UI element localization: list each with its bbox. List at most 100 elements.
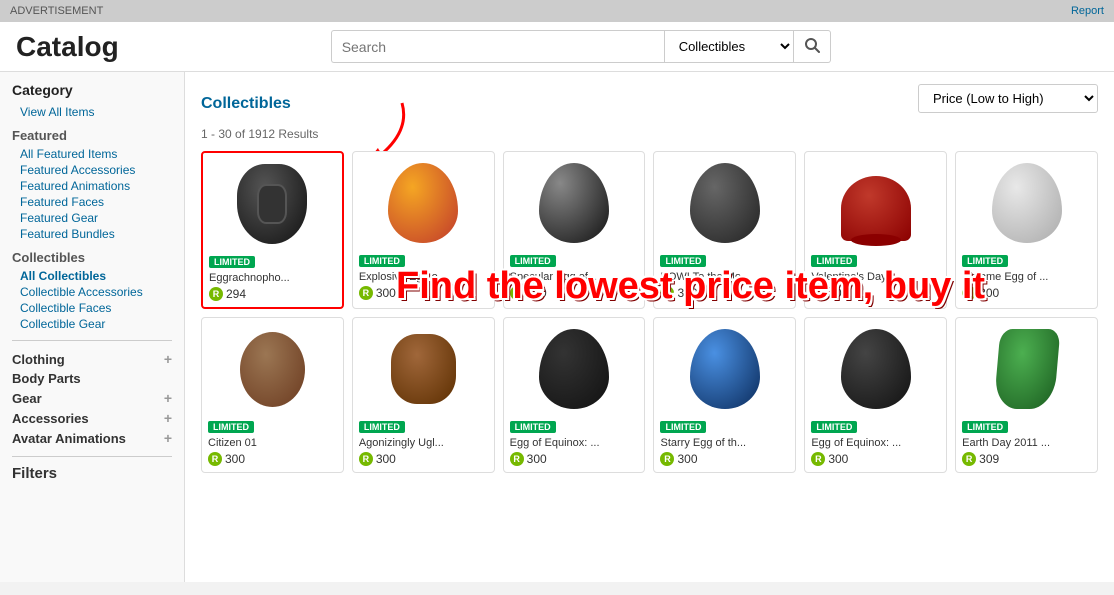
item-card-agonizingly[interactable]: LIMITED Agonizingly Ugl... R 300 [352, 317, 495, 473]
item-price-explosive: R 300 [359, 286, 488, 300]
clothing-row[interactable]: Clothing + [12, 349, 172, 369]
view-all-items-link[interactable]: View All Items [12, 104, 172, 120]
robux-icon-11: R [811, 452, 825, 466]
filters-heading: Filters [12, 465, 172, 482]
item-price-chrome: R 300 [962, 286, 1091, 300]
item-price-eggrachn: R 294 [209, 287, 336, 301]
results-info: 1 - 30 of 1912 Results [201, 127, 1098, 141]
item-price-citizen: R 300 [208, 452, 337, 466]
item-image-equinox2 [811, 324, 940, 414]
robux-icon-6: R [962, 286, 976, 300]
accessories-label: Accessories [12, 411, 89, 426]
item-name-pow: POW! To the Mo... [660, 271, 789, 283]
robux-icon-5: R [811, 286, 825, 300]
catalog-title: Catalog [16, 31, 119, 63]
sidebar-item-all-featured[interactable]: All Featured Items [12, 146, 172, 162]
avatar-animations-expand-icon: + [164, 430, 172, 446]
limited-badge-agonizingly: LIMITED [359, 421, 405, 433]
item-card-explosive[interactable]: LIMITED Explosive Egg o... R 300 [352, 151, 495, 309]
item-card-pow[interactable]: LIMITED POW! To the Mo... R 300 [653, 151, 796, 309]
item-card-equinox2[interactable]: LIMITED Egg of Equinox: ... R 300 [804, 317, 947, 473]
limited-badge-equinox2: LIMITED [811, 421, 857, 433]
limited-badge-earthday: LIMITED [962, 421, 1008, 433]
collectibles-label: Collectibles [12, 250, 172, 265]
gear-row[interactable]: Gear + [12, 388, 172, 408]
item-image-citizen [208, 324, 337, 414]
avatar-animations-label: Avatar Animations [12, 431, 126, 446]
limited-badge-starry: LIMITED [660, 421, 706, 433]
robux-icon: R [209, 287, 223, 301]
item-price-earthday: R 309 [962, 452, 1091, 466]
sidebar-item-featured-accessories[interactable]: Featured Accessories [12, 162, 172, 178]
limited-badge-valentine: LIMITED [811, 255, 857, 267]
category-heading: Category [12, 82, 172, 98]
section-title: Collectibles [201, 95, 291, 113]
item-card-valentine[interactable]: LIMITED Valentine's Day ... R 300 [804, 151, 947, 309]
item-name-specular: Specular Egg of ... [510, 271, 639, 283]
robux-icon-4: R [660, 286, 674, 300]
item-card-eggrachn[interactable]: LIMITED Eggrachnopho... R 294 [201, 151, 344, 309]
sidebar-item-featured-bundles[interactable]: Featured Bundles [12, 226, 172, 242]
item-image-equinox1 [510, 324, 639, 414]
item-name-citizen: Citizen 01 [208, 437, 337, 449]
robux-icon-7: R [208, 452, 222, 466]
item-name-explosive: Explosive Egg o... [359, 271, 488, 283]
item-card-earthday[interactable]: LIMITED Earth Day 2011 ... R 309 [955, 317, 1098, 473]
item-image-explosive [359, 158, 488, 248]
robux-icon-10: R [660, 452, 674, 466]
item-image-valentine [811, 158, 940, 248]
item-card-chrome[interactable]: LIMITED Chrome Egg of ... R 300 [955, 151, 1098, 309]
sort-select[interactable]: Price (Low to High) Price (High to Low) … [918, 84, 1098, 113]
report-link[interactable]: Report [1071, 5, 1104, 17]
avatar-animations-row[interactable]: Avatar Animations + [12, 428, 172, 448]
robux-icon-9: R [510, 452, 524, 466]
sidebar-item-all-collectibles[interactable]: All Collectibles [12, 268, 172, 284]
accessories-row[interactable]: Accessories + [12, 408, 172, 428]
item-card-starry[interactable]: LIMITED Starry Egg of th... R 300 [653, 317, 796, 473]
body-parts-row[interactable]: Body Parts [12, 369, 172, 388]
clothing-label: Clothing [12, 352, 65, 367]
item-price-specular: R 300 [510, 286, 639, 300]
sidebar-item-collectible-faces[interactable]: Collectible Faces [12, 300, 172, 316]
ad-label: ADVERTISEMENT [10, 5, 103, 17]
category-select[interactable]: Collectibles All Categories Featured [664, 30, 794, 63]
item-card-equinox1[interactable]: LIMITED Egg of Equinox: ... R 300 [503, 317, 646, 473]
body-parts-label: Body Parts [12, 371, 81, 386]
clothing-expand-icon: + [164, 351, 172, 367]
sidebar-item-collectible-accessories[interactable]: Collectible Accessories [12, 284, 172, 300]
item-name-starry: Starry Egg of th... [660, 437, 789, 449]
robux-icon-8: R [359, 452, 373, 466]
item-name-eggrachn: Eggrachnopho... [209, 272, 336, 284]
item-name-valentine: Valentine's Day ... [811, 271, 940, 283]
search-button[interactable] [794, 30, 831, 63]
limited-badge-citizen: LIMITED [208, 421, 254, 433]
search-input[interactable] [331, 30, 664, 63]
item-price-equinox1: R 300 [510, 452, 639, 466]
sidebar-item-collectible-gear[interactable]: Collectible Gear [12, 316, 172, 332]
sidebar-item-featured-animations[interactable]: Featured Animations [12, 178, 172, 194]
gear-expand-icon: + [164, 390, 172, 406]
sidebar-item-featured-faces[interactable]: Featured Faces [12, 194, 172, 210]
limited-badge-chrome: LIMITED [962, 255, 1008, 267]
item-image-agonizingly [359, 324, 488, 414]
item-image-earthday [962, 324, 1091, 414]
item-price-equinox2: R 300 [811, 452, 940, 466]
item-price-pow: R 300 [660, 286, 789, 300]
limited-badge-explosive: LIMITED [359, 255, 405, 267]
sidebar-item-featured-gear[interactable]: Featured Gear [12, 210, 172, 226]
limited-badge-equinox1: LIMITED [510, 421, 556, 433]
item-card-specular[interactable]: LIMITED Specular Egg of ... R 300 [503, 151, 646, 309]
item-price-agonizingly: R 300 [359, 452, 488, 466]
item-image-pow [660, 158, 789, 248]
item-price-valentine: R 300 [811, 286, 940, 300]
limited-badge-eggrachn: LIMITED [209, 256, 255, 268]
accessories-expand-icon: + [164, 410, 172, 426]
item-image-specular [510, 158, 639, 248]
robux-icon-3: R [510, 286, 524, 300]
gear-label: Gear [12, 391, 42, 406]
limited-badge-pow: LIMITED [660, 255, 706, 267]
item-name-equinox2: Egg of Equinox: ... [811, 437, 940, 449]
robux-icon-12: R [962, 452, 976, 466]
item-name-agonizingly: Agonizingly Ugl... [359, 437, 488, 449]
item-card-citizen[interactable]: LIMITED Citizen 01 R 300 [201, 317, 344, 473]
